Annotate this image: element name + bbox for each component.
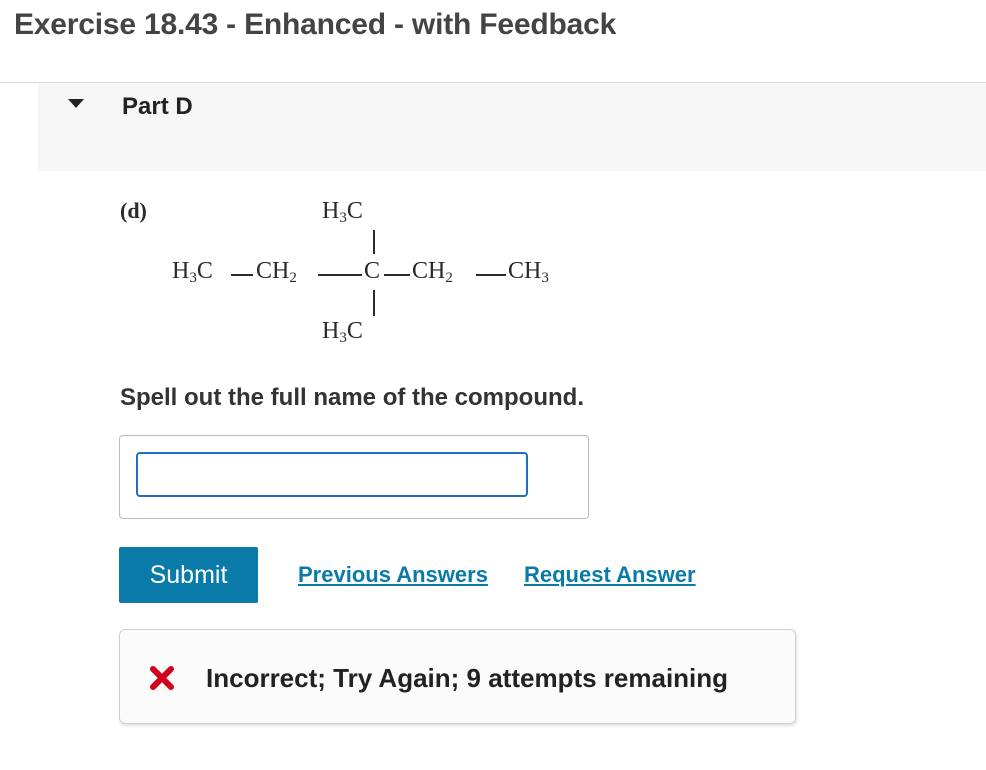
triangle-down-icon[interactable] xyxy=(68,99,84,108)
previous-answers-link[interactable]: Previous Answers xyxy=(298,562,488,588)
page: Exercise 18.43 - Enhanced - with Feedbac… xyxy=(0,0,986,770)
request-answer-link[interactable]: Request Answer xyxy=(524,562,696,588)
part-label: Part D xyxy=(122,93,193,120)
structural-formula: (d) H3C H3C CH2 C CH2 CH3 H3C xyxy=(120,196,600,366)
exercise-title: Exercise 18.43 - Enhanced - with Feedbac… xyxy=(14,8,617,41)
x-icon xyxy=(150,666,174,690)
chain-center: C xyxy=(364,258,381,284)
top-substituent: H3C xyxy=(322,198,363,226)
feedback-box: Incorrect; Try Again; 9 attempts remaini… xyxy=(119,629,796,724)
bond-2 xyxy=(318,274,362,276)
bond-vertical-top xyxy=(373,230,375,254)
bond-1 xyxy=(231,274,253,276)
bond-3 xyxy=(384,274,410,276)
part-d-header[interactable]: Part D xyxy=(38,83,986,171)
chain-end: CH3 xyxy=(508,258,549,286)
bottom-substituent: H3C xyxy=(322,318,363,346)
answer-container xyxy=(119,435,589,519)
feedback-message: Incorrect; Try Again; 9 attempts remaini… xyxy=(206,663,729,693)
chain-ch2-left: CH2 xyxy=(256,258,297,286)
chain-ch2-right: CH2 xyxy=(412,258,453,286)
question-prompt: Spell out the full name of the compound. xyxy=(120,384,584,411)
structure-label: (d) xyxy=(120,198,147,223)
bond-vertical-bottom xyxy=(373,290,375,316)
answer-input[interactable] xyxy=(136,452,528,497)
bond-4 xyxy=(476,274,506,276)
submit-button[interactable]: Submit xyxy=(119,547,258,603)
chain-start: H3C xyxy=(172,258,213,286)
